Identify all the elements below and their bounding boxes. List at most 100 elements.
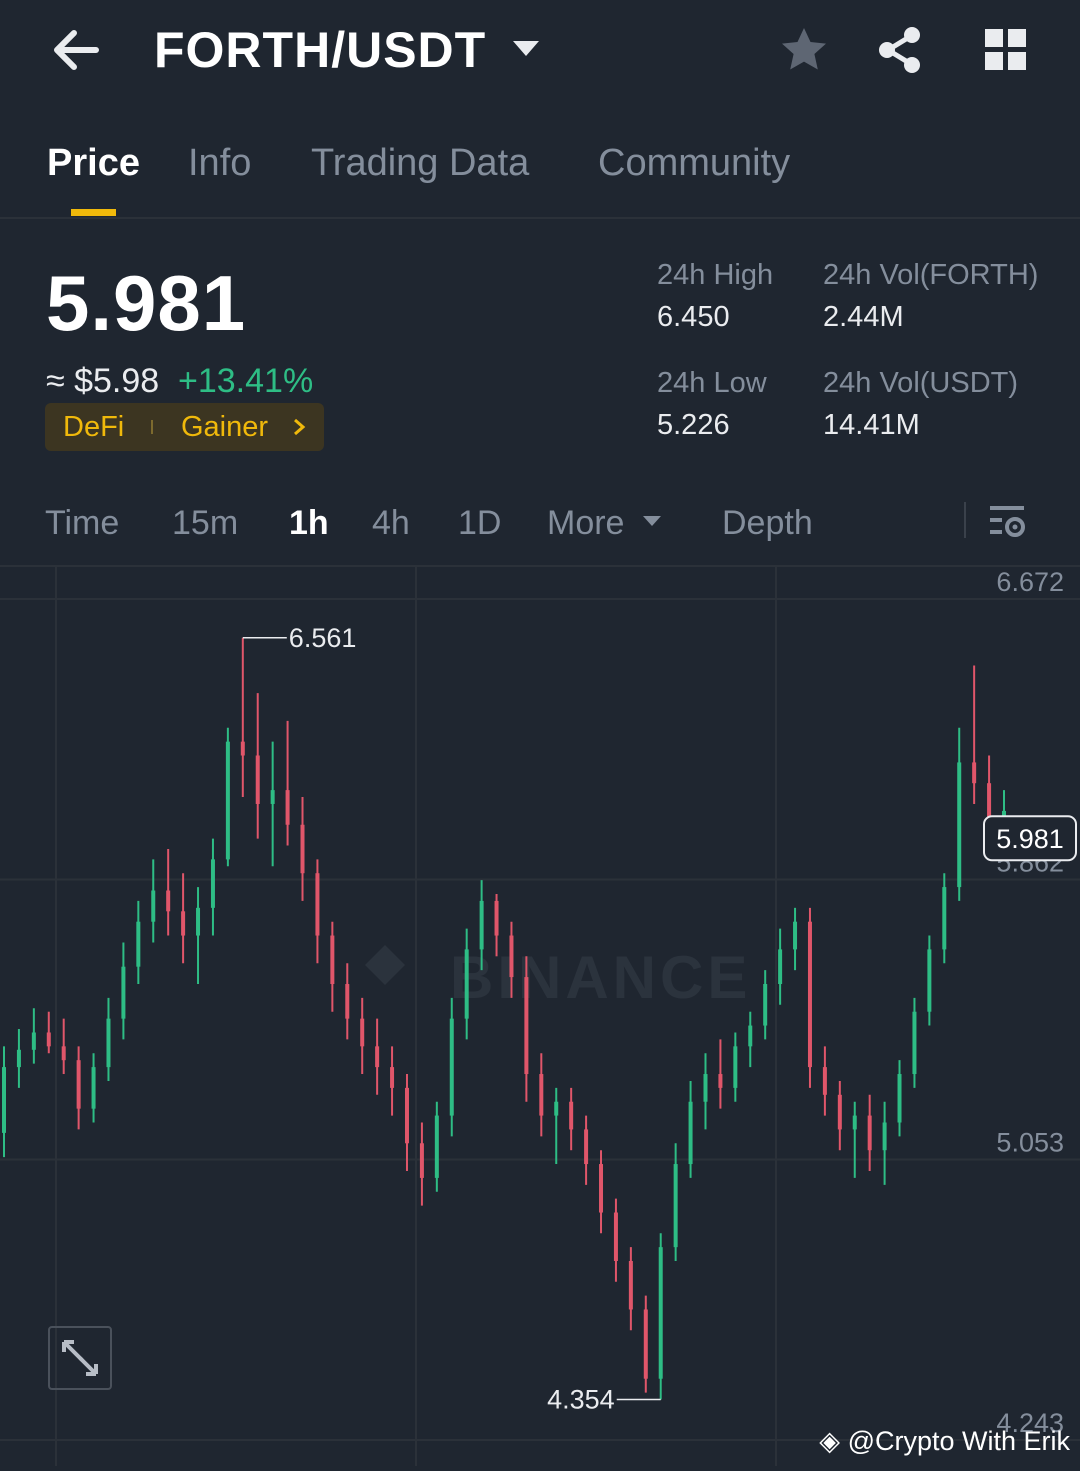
candle-body xyxy=(539,1074,544,1116)
candle-body xyxy=(419,1143,424,1178)
credit-text: @Crypto With Erik xyxy=(847,1426,1070,1456)
last-price-tag-label: 5.981 xyxy=(996,824,1064,854)
candle-body xyxy=(927,949,932,1012)
candle-body xyxy=(2,1067,6,1133)
high-label: 24h High xyxy=(657,259,774,291)
tab-trading-data[interactable]: Trading Data xyxy=(311,140,529,186)
tag-gainer[interactable]: Gainer xyxy=(181,409,268,445)
candlestick-chart[interactable]: 6.672 5.862 5.053 4.243 BINANCE 6.561 4.354 5… xyxy=(0,567,1080,1466)
pair-title[interactable]: FORTH/USDT xyxy=(154,20,486,80)
grid-icon[interactable] xyxy=(980,24,1032,76)
min-price-label: 4.354 xyxy=(547,1384,615,1414)
interval-4h[interactable]: 4h xyxy=(372,502,410,544)
candle-body xyxy=(882,1122,887,1151)
candle-body xyxy=(718,1074,723,1088)
interval-15m[interactable]: 15m xyxy=(172,502,238,544)
tab-info[interactable]: Info xyxy=(188,140,251,186)
binance-logo-icon xyxy=(365,945,405,985)
candle-body xyxy=(584,1129,589,1165)
candle-body xyxy=(957,762,962,888)
candle-body xyxy=(613,1212,618,1261)
candle-body xyxy=(91,1067,96,1109)
vol-base-label: 24h Vol(FORTH) xyxy=(823,259,1039,291)
candle-body xyxy=(390,1067,395,1088)
candle-body xyxy=(479,900,484,950)
candle-body xyxy=(837,1094,842,1130)
candle-body xyxy=(31,1032,36,1050)
diamond-logo-icon: ◈ xyxy=(819,1426,841,1456)
interval-1h[interactable]: 1h xyxy=(289,502,329,544)
candle-body xyxy=(628,1260,633,1310)
candle-body xyxy=(524,977,529,1075)
candle-body xyxy=(569,1101,574,1130)
candle-body xyxy=(240,741,245,756)
fullscreen-button[interactable] xyxy=(48,1326,112,1390)
candle-body xyxy=(345,984,350,1019)
more-caret-icon[interactable] xyxy=(642,514,662,528)
vol-quote-label: 24h Vol(USDT) xyxy=(823,367,1019,399)
candle-body xyxy=(942,887,947,950)
interval-more[interactable]: More xyxy=(547,502,624,544)
candle-body xyxy=(509,935,514,978)
max-price-label: 6.561 xyxy=(289,623,357,653)
candle-body xyxy=(733,1046,738,1088)
y-axis-label: 5.053 xyxy=(996,1128,1064,1158)
candle-body xyxy=(494,900,499,936)
candle-body xyxy=(658,1247,663,1379)
candle-body xyxy=(181,911,186,936)
fiat-price: ≈ $5.98 xyxy=(46,362,160,400)
candle-body xyxy=(972,762,977,784)
tab-price[interactable]: Price xyxy=(47,140,140,186)
candle-body xyxy=(464,949,469,1019)
interval-time[interactable]: Time xyxy=(45,502,119,544)
candle-body xyxy=(763,984,768,1026)
candle-body xyxy=(166,890,171,912)
candle-body xyxy=(61,1046,66,1061)
interval-1d[interactable]: 1D xyxy=(458,502,501,544)
candle-body xyxy=(106,1018,111,1068)
active-tab-indicator xyxy=(71,209,116,216)
back-arrow-icon[interactable] xyxy=(48,24,104,76)
high-value: 6.450 xyxy=(657,301,730,333)
binance-watermark: BINANCE xyxy=(450,944,751,1011)
candle-body xyxy=(897,1074,902,1123)
candle-body xyxy=(16,1049,21,1068)
candle-body xyxy=(912,1011,917,1075)
candle-body xyxy=(210,859,215,908)
candle-body xyxy=(404,1087,409,1144)
low-label: 24h Low xyxy=(657,367,767,399)
candle-body xyxy=(270,790,275,804)
share-icon[interactable] xyxy=(874,24,926,76)
candle-body xyxy=(673,1164,678,1248)
candle-body xyxy=(748,1025,753,1047)
candle-body xyxy=(196,907,201,936)
expand-icon xyxy=(62,1340,98,1376)
caret-down-icon[interactable] xyxy=(511,36,541,60)
candle-body xyxy=(46,1032,51,1047)
y-axis-label: 6.672 xyxy=(996,567,1064,597)
candle-body xyxy=(255,755,260,804)
last-price: 5.981 xyxy=(46,259,247,347)
candle-body xyxy=(778,949,783,985)
candle-body xyxy=(867,1115,872,1151)
candle-body xyxy=(434,1115,439,1178)
low-value: 5.226 xyxy=(657,409,730,441)
tab-community[interactable]: Community xyxy=(598,140,790,186)
top-bar: FORTH/USDT xyxy=(0,0,1080,105)
candle-body xyxy=(151,890,156,922)
candle-body xyxy=(688,1101,693,1165)
candle-body xyxy=(300,824,305,874)
candle-body xyxy=(360,1018,365,1047)
candle-body xyxy=(330,935,335,985)
candle-body xyxy=(793,921,798,950)
candle-body xyxy=(703,1074,708,1102)
tag-defi[interactable]: DeFi xyxy=(63,409,124,445)
chart-settings-icon[interactable] xyxy=(988,502,1028,542)
interval-divider xyxy=(964,502,966,538)
candle-body xyxy=(121,966,126,1019)
candle-body xyxy=(375,1046,380,1068)
interval-depth[interactable]: Depth xyxy=(722,502,813,544)
star-icon[interactable] xyxy=(778,24,830,76)
category-tags[interactable]: DeFi Gainer xyxy=(45,403,324,451)
candle-body xyxy=(599,1164,604,1213)
